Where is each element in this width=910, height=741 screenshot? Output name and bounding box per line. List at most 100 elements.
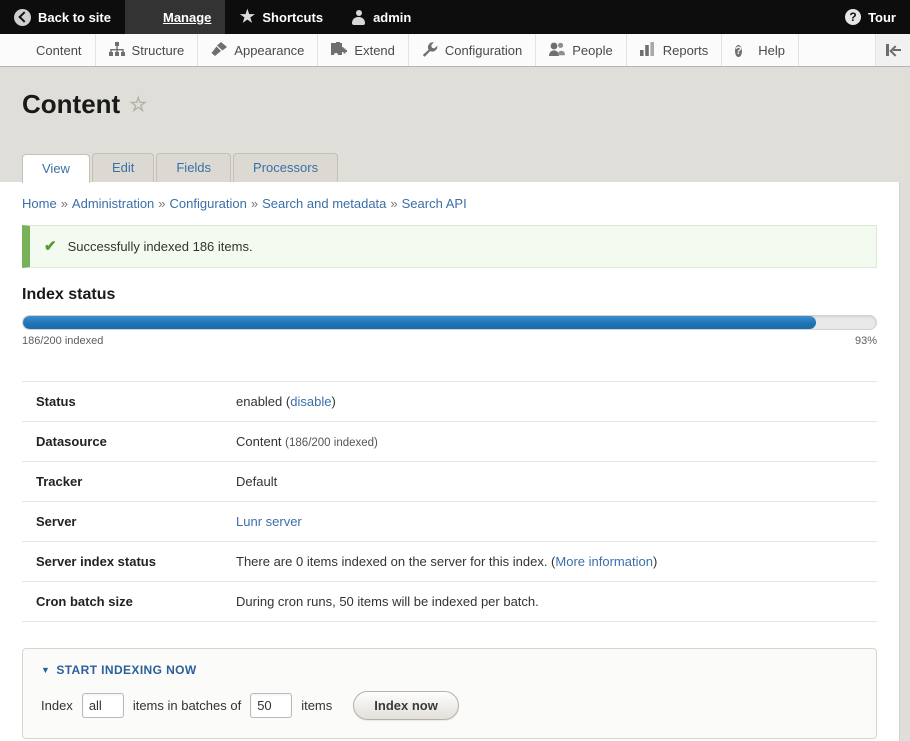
row-label-server: Server (22, 502, 236, 542)
sitemap-icon (109, 42, 125, 58)
bar-chart-icon (640, 42, 656, 58)
breadcrumb: Home » Administration » Configuration » Search… (22, 196, 877, 211)
index-status-heading: Index status (22, 286, 877, 304)
server-index-status-text: There are 0 items indexed on the server … (236, 554, 555, 569)
back-arrow-icon (14, 9, 31, 26)
start-indexing-legend-label: Start indexing now (56, 663, 196, 677)
menu-item-help[interactable]: ? Help (722, 34, 799, 66)
breadcrumb-sep: » (158, 196, 165, 211)
menu-item-help-label: Help (758, 43, 785, 58)
index-label-before: Index (41, 698, 73, 713)
favorite-star-icon[interactable]: ☆ (129, 95, 147, 115)
row-label-server-index-status: Server index status (22, 542, 236, 582)
paintbrush-icon (211, 42, 227, 58)
toolbar-tab-manage[interactable]: Manage (125, 0, 225, 34)
breadcrumb-home[interactable]: Home (22, 196, 57, 211)
menu-item-people[interactable]: People (536, 34, 626, 66)
row-value-tracker: Default (236, 462, 877, 502)
more-information-link[interactable]: More information (555, 554, 653, 569)
question-circle-icon: ? (735, 42, 751, 58)
breadcrumb-search-api[interactable]: Search API (402, 196, 467, 211)
row-value-status: enabled (disable) (236, 382, 877, 422)
progress-meta: 186/200 indexed 93% (22, 335, 877, 347)
tab-processors-label: Processors (253, 160, 318, 175)
tab-view-label: View (42, 161, 70, 176)
datasource-note: (186/200 indexed) (285, 437, 378, 449)
index-details-table: Status enabled (disable) Datasource Cont… (22, 381, 877, 622)
index-batch-size-input[interactable] (250, 693, 292, 718)
tour-button[interactable]: ? Tour (831, 0, 910, 34)
breadcrumb-configuration[interactable]: Configuration (170, 196, 247, 211)
admin-menu-bar: Content Structure Appearance Extend Conf… (0, 34, 910, 67)
menu-filler (799, 34, 876, 66)
breadcrumb-sep: » (390, 196, 397, 211)
user-icon (351, 10, 366, 25)
menu-item-reports[interactable]: Reports (627, 34, 723, 66)
row-value-server: Lunr server (236, 502, 877, 542)
table-row: Cron batch size During cron runs, 50 ite… (22, 582, 877, 622)
menu-item-content-label: Content (36, 43, 82, 58)
table-row: Server index status There are 0 items in… (22, 542, 877, 582)
people-icon (549, 42, 565, 58)
collapse-left-icon (885, 44, 901, 56)
table-row: Tracker Default (22, 462, 877, 502)
toolbar-spacer (425, 0, 831, 34)
menu-item-structure[interactable]: Structure (96, 34, 199, 66)
breadcrumb-search-and-metadata[interactable]: Search and metadata (262, 196, 386, 211)
progress-track (22, 315, 877, 330)
index-progress: 186/200 indexed 93% (22, 315, 877, 347)
row-label-status: Status (22, 382, 236, 422)
index-items-input[interactable] (82, 693, 124, 718)
row-label-datasource: Datasource (22, 422, 236, 462)
row-label-tracker: Tracker (22, 462, 236, 502)
start-indexing-fieldset: ▼ Start indexing now Index items in batc… (22, 648, 877, 739)
tab-fields[interactable]: Fields (156, 153, 231, 182)
wrench-icon (422, 42, 438, 58)
index-now-button[interactable]: Index now (353, 691, 459, 720)
tab-fields-label: Fields (176, 160, 211, 175)
table-row: Server Lunr server (22, 502, 877, 542)
row-value-cron-batch-size: During cron runs, 50 items will be index… (236, 582, 877, 622)
menu-item-appearance[interactable]: Appearance (198, 34, 318, 66)
primary-tabs: View Edit Fields Processors (0, 153, 910, 182)
admin-toolbar: Back to site Manage ★ Shortcuts admin ? … (0, 0, 910, 34)
menu-item-content[interactable]: Content (0, 34, 96, 66)
menu-item-appearance-label: Appearance (234, 43, 304, 58)
question-circle-icon: ? (845, 9, 861, 25)
menu-item-extend[interactable]: Extend (318, 34, 408, 66)
back-to-site-button[interactable]: Back to site (0, 0, 125, 34)
server-link[interactable]: Lunr server (236, 514, 302, 529)
status-message-text: Successfully indexed 186 items. (68, 239, 253, 254)
menu-item-structure-label: Structure (132, 43, 185, 58)
menu-item-configuration[interactable]: Configuration (409, 34, 536, 66)
breadcrumb-sep: » (61, 196, 68, 211)
datasource-value: Content (236, 434, 282, 449)
status-value: enabled (236, 394, 286, 409)
tab-edit-label: Edit (112, 160, 134, 175)
toolbar-tab-shortcuts[interactable]: ★ Shortcuts (225, 0, 337, 34)
start-indexing-legend[interactable]: ▼ Start indexing now (41, 663, 858, 677)
indexing-form-row: Index items in batches of items Index no… (41, 691, 858, 720)
progress-count-label: 186/200 indexed (22, 335, 103, 347)
breadcrumb-administration[interactable]: Administration (72, 196, 154, 211)
progress-fill (23, 316, 816, 329)
tour-label: Tour (868, 10, 896, 25)
username-label: admin (373, 10, 411, 25)
toolbar-tab-user[interactable]: admin (337, 0, 425, 34)
main-content: Home » Administration » Configuration » Search… (0, 182, 900, 741)
page-title: Content ☆ (22, 89, 910, 120)
tab-edit[interactable]: Edit (92, 153, 154, 182)
row-label-cron-batch-size: Cron batch size (22, 582, 236, 622)
index-label-after: items (301, 698, 332, 713)
document-icon (13, 42, 29, 58)
table-row: Status enabled (disable) (22, 382, 877, 422)
status-message: ✔ Successfully indexed 186 items. (22, 225, 877, 268)
menu-item-people-label: People (572, 43, 612, 58)
tab-view[interactable]: View (22, 154, 90, 183)
disable-link[interactable]: disable (290, 394, 331, 409)
manage-label: Manage (163, 10, 211, 25)
caret-down-icon: ▼ (41, 666, 50, 675)
tab-processors[interactable]: Processors (233, 153, 338, 182)
breadcrumb-sep: » (251, 196, 258, 211)
toolbar-collapse-button[interactable] (876, 34, 910, 66)
